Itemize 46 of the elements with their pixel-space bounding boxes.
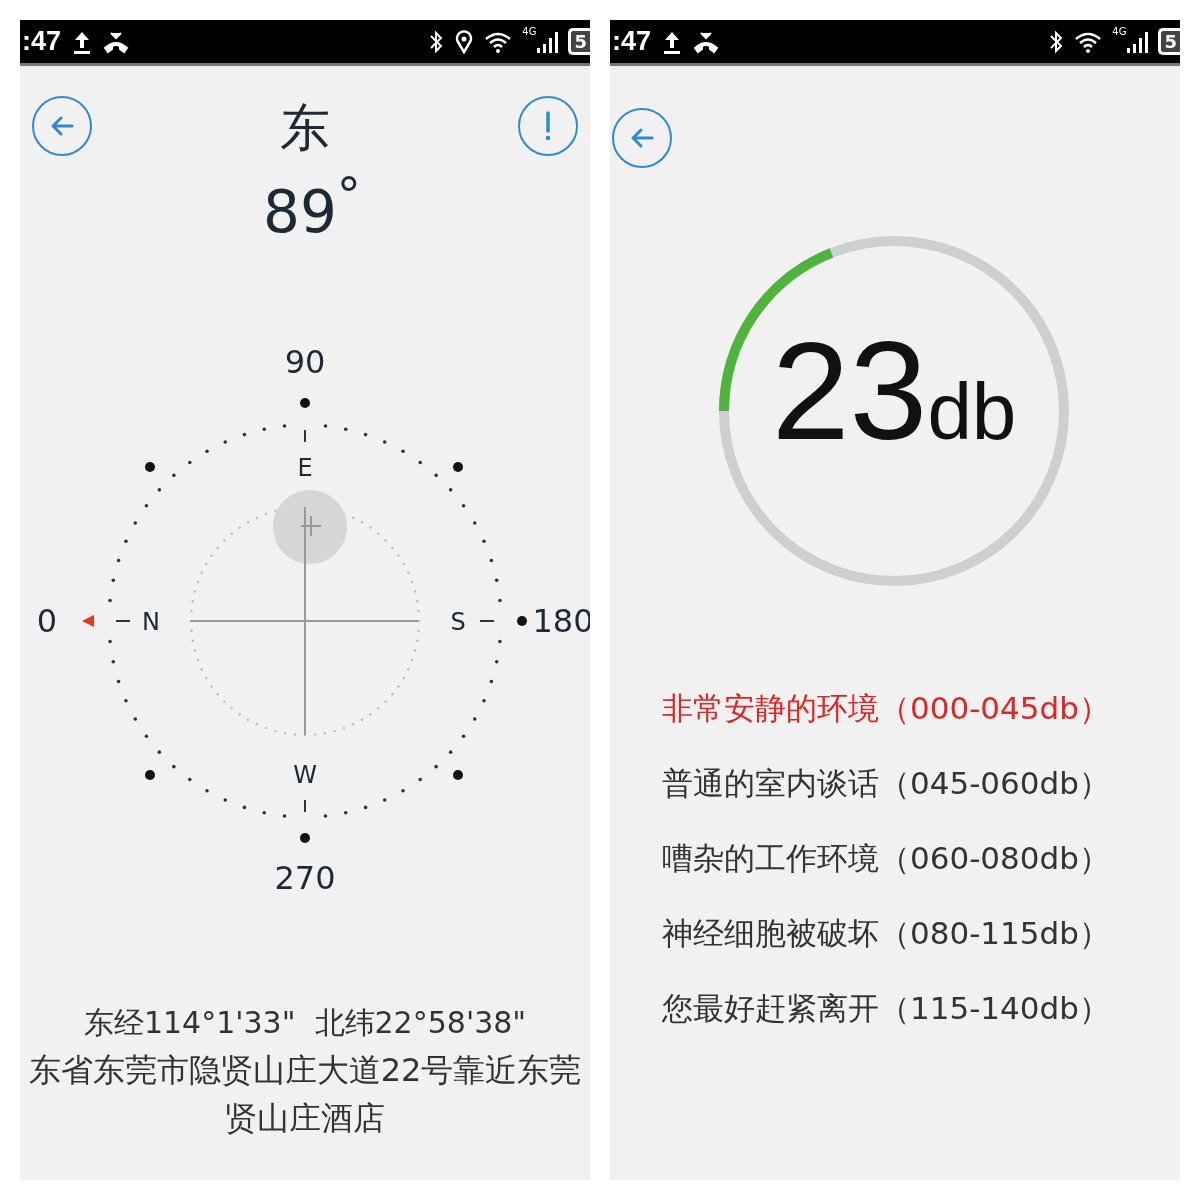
bluetooth-icon [428, 28, 445, 55]
cardinal-label: W [293, 761, 317, 789]
heading-degrees: 89$^{°}$ [263, 166, 361, 248]
cardinal-label: S [450, 608, 466, 636]
dial-label: 0 [36, 602, 58, 640]
noise-level-text: 嘈杂的工作环境（060-080db） [662, 839, 1111, 878]
battery-level: 5 [1158, 28, 1180, 55]
dial-dot [453, 770, 463, 780]
direction-label: 东 [280, 98, 330, 159]
phone-icon [693, 29, 720, 54]
dial-label: 270 [274, 859, 336, 897]
pointer-marker [82, 615, 94, 627]
dial-dot [453, 462, 463, 472]
battery-level: 5 [568, 28, 590, 55]
dial-dot [145, 462, 155, 472]
coordinates-text: 东经114°1'33" 北纬22°58'38" [82, 1004, 528, 1042]
phone-icon [103, 29, 130, 54]
info-button[interactable] [518, 96, 578, 156]
noise-level-text: 神经细胞被破坏（080-115db） [662, 914, 1111, 953]
exclamation-icon [543, 109, 553, 143]
cardinal-label: N [142, 608, 160, 636]
noise-level-text: 普通的室内谈话（045-060db） [662, 764, 1111, 803]
location-icon [454, 28, 475, 55]
decibel-unit: db [927, 366, 1017, 458]
dial-dot [517, 616, 527, 626]
status-time: :47 [22, 26, 62, 57]
tick-mark [304, 799, 306, 813]
dial-dot [300, 398, 310, 408]
address-text: 贤山庄酒店 [224, 1098, 386, 1139]
noise-level-text: 非常安静的环境（000-045db） [662, 689, 1111, 728]
status-time: :47 [612, 26, 652, 57]
decibel-reading: 23 [771, 316, 928, 466]
network-type: 4G [522, 26, 537, 37]
dial-dot [145, 770, 155, 780]
address-text: 东省东莞市隐贤山庄大道22号靠近东莞 [27, 1050, 583, 1091]
dial-dot [300, 833, 310, 843]
tick-mark [479, 620, 495, 622]
dial-label: 90 [284, 343, 326, 381]
back-button[interactable] [32, 96, 92, 156]
back-button[interactable] [612, 108, 672, 168]
bluetooth-icon [1048, 28, 1065, 55]
noise-level-text: 您最好赶紧离开（115-140db） [662, 989, 1111, 1028]
tick-mark [115, 620, 131, 622]
network-type: 4G [1112, 26, 1127, 37]
cardinal-label: E [297, 454, 313, 482]
tick-mark [304, 429, 306, 443]
